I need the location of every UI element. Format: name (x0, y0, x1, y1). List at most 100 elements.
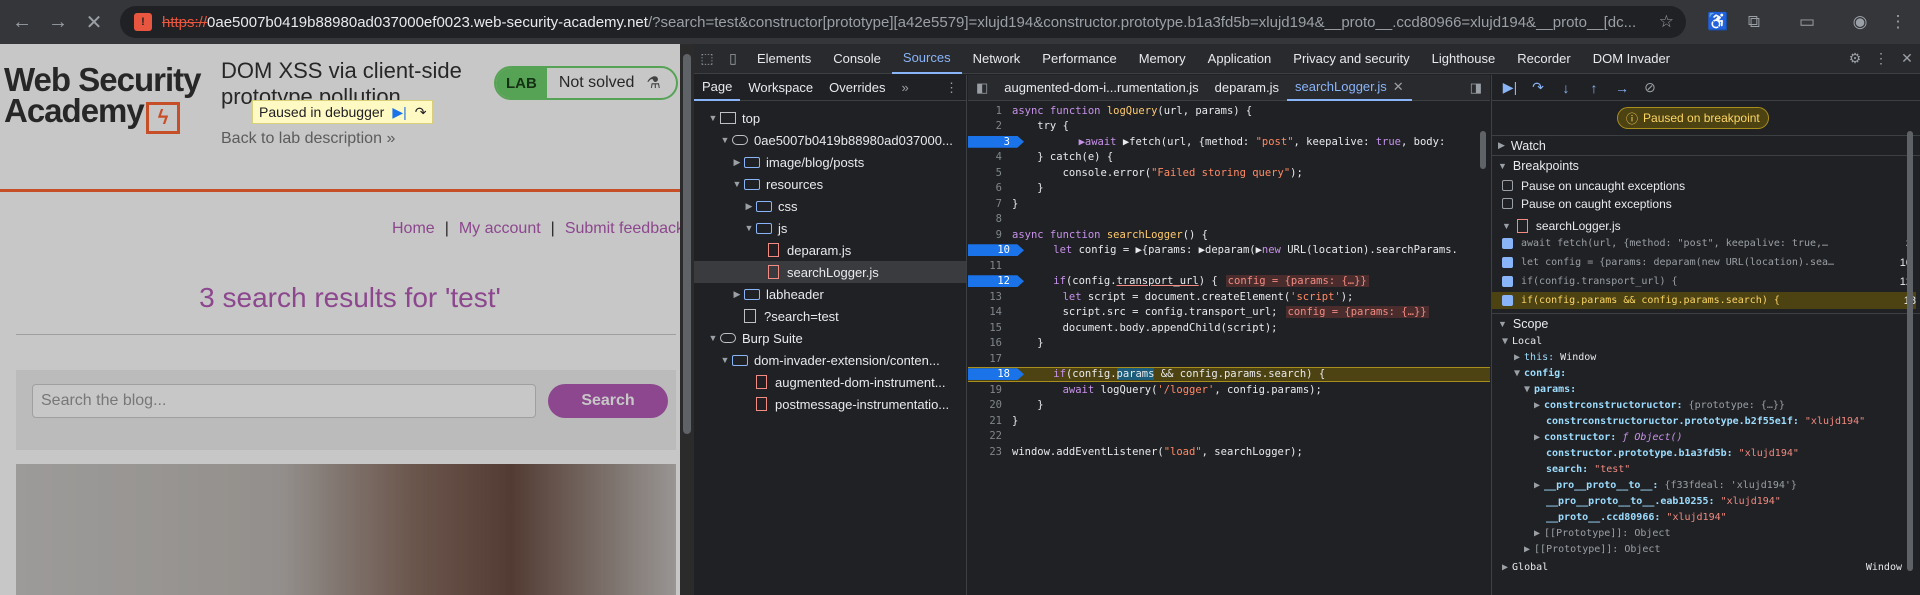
tree-item-dom-invader-ext[interactable]: ▼ dom-invader-extension/conten... (718, 349, 940, 371)
scope-prop[interactable]: search: "test" (1546, 461, 1630, 477)
tree-item-top[interactable]: ▼ top (706, 107, 761, 129)
blog-post-image[interactable] (16, 464, 676, 595)
editor-tab-searchlogger[interactable]: searchLogger.js ✕ (1286, 75, 1412, 101)
code-line-17[interactable]: 17 (968, 351, 1490, 367)
code-line-15[interactable]: 15 document.body.appendChild(script); (968, 320, 1490, 336)
debugger-scrollbar[interactable] (1905, 131, 1915, 591)
close-tab-icon[interactable]: ✕ (1393, 79, 1404, 95)
back-arrow-icon[interactable]: ← (6, 6, 38, 38)
search-input[interactable]: Search the blog... (32, 384, 536, 418)
code-line-21[interactable]: 21} (968, 413, 1490, 429)
code-line-14[interactable]: 14 script.src = config.transport_url; con… (968, 305, 1490, 321)
page-scrollbar[interactable] (680, 44, 694, 595)
tab-network[interactable]: Network (962, 44, 1032, 74)
tab-application[interactable]: Application (1197, 44, 1283, 74)
tree-item-searchlogger[interactable]: searchLogger.js (694, 261, 966, 283)
breakpoint-item[interactable]: let config = {params: deparam(new URL(lo… (1502, 254, 1912, 271)
media-cast-icon[interactable]: ▭ (1795, 10, 1819, 34)
stop-loading-icon[interactable]: ✕ (78, 6, 110, 38)
step-over-icon[interactable]: ↷ (1528, 79, 1548, 96)
breakpoint-file-group[interactable]: ▼ searchLogger.js (1502, 217, 1912, 234)
scope-prop[interactable]: __proto__.ccd80966: "xlujd194" (1546, 509, 1727, 525)
breakpoint-item[interactable]: await fetch(url, {method: "post", keepal… (1502, 235, 1912, 252)
devtools-menu-icon[interactable]: ⋮ (1868, 44, 1894, 74)
code-line-13[interactable]: 13 let script = document.createElement('… (968, 289, 1490, 305)
breakpoint-marker[interactable]: 12 (968, 275, 1024, 288)
my-account-link[interactable]: My account (459, 220, 541, 237)
tab-overrides[interactable]: Overrides (821, 75, 893, 101)
code-line-22[interactable]: 22 (968, 429, 1490, 445)
tab-lighthouse[interactable]: Lighthouse (1421, 44, 1507, 74)
scope-prototype[interactable]: ▶ [[Prototype]]: Object (1534, 525, 1670, 541)
tab-performance[interactable]: Performance (1031, 44, 1127, 74)
tab-memory[interactable]: Memory (1128, 44, 1197, 74)
not-secure-icon[interactable]: ! (134, 13, 152, 31)
tree-item-deparam[interactable]: deparam.js (768, 239, 851, 261)
resume-icon[interactable]: ▶| (392, 104, 406, 121)
code-line-4[interactable]: 4 } catch(e) { (968, 150, 1490, 166)
breakpoint-item[interactable]: if(config.transport_url) {12 (1502, 273, 1912, 290)
toggle-navigator-icon[interactable]: ◧ (968, 75, 996, 101)
editor-tab-augmented[interactable]: augmented-dom-i...rumentation.js (996, 75, 1206, 101)
tree-item-postmessage[interactable]: postmessage-instrumentatio... (756, 393, 949, 415)
scope-prop[interactable]: __pro__proto__to__.eab10255: "xlujd194" (1546, 493, 1781, 509)
code-line-10[interactable]: 10 let config = ▶{params: ▶deparam(▶new … (968, 243, 1490, 259)
settings-gear-icon[interactable]: ⚙ (1842, 44, 1868, 74)
submit-feedback-link[interactable]: Submit feedback (565, 220, 680, 237)
tab-recorder[interactable]: Recorder (1506, 44, 1581, 74)
tab-console[interactable]: Console (822, 44, 892, 74)
scope-this[interactable]: ▶ this: Window (1514, 349, 1596, 365)
navigator-menu-icon[interactable]: ⋮ (937, 75, 966, 101)
profile-icon[interactable]: ◉ (1848, 10, 1872, 34)
step-out-icon[interactable]: ↑ (1584, 80, 1604, 96)
tree-item-resources[interactable]: ▼ resources (730, 173, 824, 195)
code-line-2[interactable]: 2 try { (968, 119, 1490, 135)
code-line-12[interactable]: 12 if(config.transport_url) {config = {p… (968, 274, 1490, 290)
breakpoint-marker[interactable]: 3 (968, 135, 1024, 148)
tab-page[interactable]: Page (694, 75, 741, 101)
deactivate-breakpoints-icon[interactable]: ⊘ (1640, 79, 1660, 96)
address-bar[interactable]: ! https://0ae5007b0419b88980ad037000ef00… (120, 6, 1686, 38)
code-line-20[interactable]: 20 } (968, 398, 1490, 414)
editor-scrollbar[interactable] (1478, 131, 1488, 591)
tree-item-burp-suite[interactable]: ▼ Burp Suite (706, 327, 803, 349)
code-line-8[interactable]: 8 (968, 212, 1490, 228)
editor-tab-deparam[interactable]: deparam.js (1207, 75, 1287, 101)
tab-privacy-security[interactable]: Privacy and security (1282, 44, 1420, 74)
code-line-23[interactable]: 23 window.addEventListener("load", search… (968, 444, 1490, 460)
tree-item-origin[interactable]: ▼ 0ae5007b0419b88980ad037000... (718, 129, 953, 151)
scope-prop[interactable]: ▶ constrconstructoructor: {prototype: {…}… (1534, 397, 1785, 413)
code-line-3[interactable]: 3 ▶await ▶fetch(url, {method: "post", ke… (968, 134, 1490, 150)
code-line-19[interactable]: 19 await logQuery('/logger', config.para… (968, 382, 1490, 398)
breakpoints-section-header[interactable]: ▼ Breakpoints (1492, 155, 1920, 175)
step-into-icon[interactable]: ↓ (1556, 80, 1576, 96)
scope-prototype[interactable]: ▶ [[Prototype]]: Object (1524, 541, 1660, 557)
step-icon[interactable]: → (1612, 80, 1632, 96)
scope-prop[interactable]: ▶ __pro__proto__to__: {f33fdeal: 'xlujd19… (1534, 477, 1797, 493)
bookmark-star-icon[interactable]: ☆ (1659, 12, 1674, 32)
back-to-lab-link[interactable]: Back to lab description » (221, 130, 395, 148)
tree-item-css[interactable]: ▶ css (742, 195, 798, 217)
close-devtools-icon[interactable]: ✕ (1894, 44, 1920, 74)
scope-params[interactable]: ▼ params: (1524, 381, 1576, 397)
code-line-11[interactable]: 11 (968, 258, 1490, 274)
tree-item-js[interactable]: ▼ js (742, 217, 788, 239)
device-toolbar-icon[interactable]: ▯ (720, 44, 746, 74)
scope-global[interactable]: ▶ Global Window (1502, 559, 1902, 575)
extensions-icon[interactable]: ⧉ (1742, 10, 1766, 34)
breakpoint-item-active[interactable]: if(config.params && config.params.search… (1492, 292, 1916, 309)
code-line-5[interactable]: 5 console.error("Failed storing query"); (968, 165, 1490, 181)
toggle-debugger-icon[interactable]: ◨ (1462, 75, 1490, 101)
scope-prop[interactable]: ▶ constructor: ƒ Object() (1534, 429, 1683, 445)
pause-uncaught-checkbox[interactable]: Pause on uncaught exceptions (1502, 177, 1912, 194)
code-line-1[interactable]: 1 async function logQuery(url, params) { (968, 103, 1490, 119)
step-over-icon[interactable]: ↷ (415, 104, 427, 121)
scope-section-header[interactable]: ▼ Scope (1492, 313, 1920, 333)
scope-prop[interactable]: constructor.prototype.b1a3fd5b: "xlujd19… (1546, 445, 1799, 461)
tab-workspace[interactable]: Workspace (740, 75, 821, 101)
code-line-18-current[interactable]: 18 if(config.params && config.params.sea… (968, 366, 1490, 382)
scope-config[interactable]: ▼ config: (1514, 365, 1566, 381)
code-line-16[interactable]: 16 } (968, 336, 1490, 352)
tab-elements[interactable]: Elements (746, 44, 822, 74)
breakpoint-marker[interactable]: 18 (968, 368, 1024, 381)
